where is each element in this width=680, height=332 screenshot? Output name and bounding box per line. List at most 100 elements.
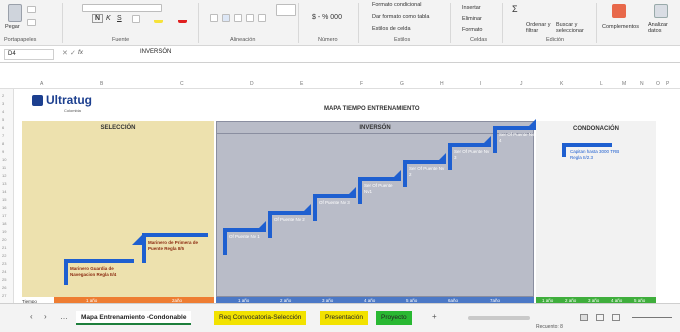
row-header[interactable]: 14 [2,189,6,194]
tab-req-convocatoria[interactable]: Req Convocatoria-Selección [214,311,307,325]
row-header[interactable]: 7 [2,133,4,138]
inversion-step-arrow-icon [394,170,401,177]
analyze-data-icon[interactable] [654,4,668,18]
next-sheet-icon[interactable]: › [44,312,47,321]
worksheet[interactable]: Ultratug Colombia MAPA TIEMPO ENTRENAMIE… [14,89,680,304]
row-header[interactable]: 18 [2,221,6,226]
number-format-select[interactable] [276,4,296,16]
column-header[interactable]: I [480,81,481,87]
format-cells-button[interactable]: Formato [462,27,482,33]
more-sheets-icon[interactable]: … [60,312,68,321]
addins-button-label[interactable]: Complementos [602,24,639,30]
inversion-step-bar [358,177,401,181]
tab-presentacion[interactable]: Presentación [320,311,368,325]
font-color-icon[interactable] [178,16,187,23]
row-header[interactable]: 5 [2,117,4,122]
format-as-table-button[interactable]: Dar formato como tabla [372,14,429,20]
row-header[interactable]: 27 [2,293,6,298]
row-header[interactable]: 19 [2,229,6,234]
horizontal-scrollbar[interactable] [468,316,530,320]
column-header[interactable]: O [656,81,660,87]
underline-button[interactable]: S [117,15,122,22]
column-header[interactable]: N [640,81,644,87]
add-sheet-button[interactable]: + [432,312,437,321]
addins-icon[interactable] [612,4,626,18]
align-center-icon[interactable] [222,14,230,22]
sum-icon[interactable]: Σ [512,4,518,14]
ultratug-logo-icon [32,95,43,106]
find-select-button[interactable]: Buscar y seleccionar [556,22,588,34]
insert-cells-button[interactable]: Insertar [462,5,481,11]
column-header[interactable]: K [560,81,563,87]
row-header[interactable]: 17 [2,213,6,218]
row-header[interactable]: 21 [2,245,6,250]
row-header[interactable]: 20 [2,237,6,242]
row-header[interactable]: 11 [2,165,6,170]
row-header[interactable]: 4 [2,109,4,114]
row-header[interactable]: 25 [2,277,6,282]
ribbon-divider [62,3,63,43]
page-layout-icon[interactable] [596,314,604,321]
name-box[interactable]: D4 [4,49,54,60]
row-header[interactable]: 12 [2,173,6,178]
tab-proyecto[interactable]: Proyecto [376,311,412,325]
column-header[interactable]: J [520,81,523,87]
normal-view-icon[interactable] [580,314,588,321]
column-header[interactable]: B [100,81,103,87]
delete-cells-button[interactable]: Eliminar [462,16,482,22]
prev-sheet-icon[interactable]: ‹ [30,312,33,321]
align-left-icon[interactable] [210,14,218,22]
row-header[interactable]: 8 [2,141,4,146]
bold-button[interactable]: N [92,14,104,23]
conditional-format-button[interactable]: Formato condicional [372,2,422,8]
cancel-icon[interactable]: ✕ [62,49,68,57]
column-header[interactable]: H [440,81,444,87]
row-header[interactable]: 9 [2,149,4,154]
column-header[interactable]: C [180,81,184,87]
copy-icon[interactable] [27,6,36,13]
row-header[interactable]: 26 [2,285,6,290]
inversion-step-stem [403,160,407,187]
merge-cells-icon[interactable] [258,14,266,22]
column-header[interactable]: D [250,81,254,87]
formula-input[interactable]: INVERSÓN [140,49,171,55]
font-name-select[interactable] [82,4,162,12]
analyze-data-label[interactable]: Analizar datos [648,22,678,34]
row-header[interactable]: 16 [2,205,6,210]
row-header[interactable]: 24 [2,269,6,274]
column-header[interactable]: P [666,81,669,87]
inversion-title-line [217,133,533,134]
column-header[interactable]: M [622,81,626,87]
number-format-symbols[interactable]: $ - % 000 [312,14,342,21]
fill-color-icon[interactable] [154,16,163,23]
page-break-icon[interactable] [612,314,620,321]
indent-icon[interactable] [246,14,254,22]
column-header[interactable]: L [600,81,603,87]
tab-mapa-entrenamiento[interactable]: Mapa Entrenamiento -Condonable [76,311,192,325]
row-header[interactable]: 2 [2,93,4,98]
row-header[interactable]: 23 [2,261,6,266]
row-header[interactable]: 6 [2,125,4,130]
sort-filter-button[interactable]: Ordenar y filtrar [526,22,552,34]
row-header[interactable]: 10 [2,157,6,162]
format-painter-icon[interactable] [27,19,36,26]
column-header[interactable]: F [360,81,363,87]
fx-icon[interactable]: fx [78,49,83,56]
inversion-step-stem [493,126,497,153]
paste-button-label[interactable]: Pegar [5,24,20,30]
column-header[interactable]: G [400,81,404,87]
zoom-slider[interactable] [632,317,672,318]
column-header[interactable]: E [300,81,303,87]
inversion-step-bar [313,194,356,198]
confirm-icon[interactable]: ✓ [70,49,76,57]
row-header[interactable]: 3 [2,101,4,106]
align-right-icon[interactable] [234,14,242,22]
paste-icon[interactable] [8,4,22,22]
row-header[interactable]: 15 [2,197,6,202]
row-header[interactable]: 13 [2,181,6,186]
row-header[interactable]: 22 [2,253,6,258]
borders-icon[interactable] [132,15,140,23]
italic-button[interactable]: K [106,15,111,22]
column-header[interactable]: A [40,81,43,87]
cell-styles-button[interactable]: Estilos de celda [372,26,411,32]
